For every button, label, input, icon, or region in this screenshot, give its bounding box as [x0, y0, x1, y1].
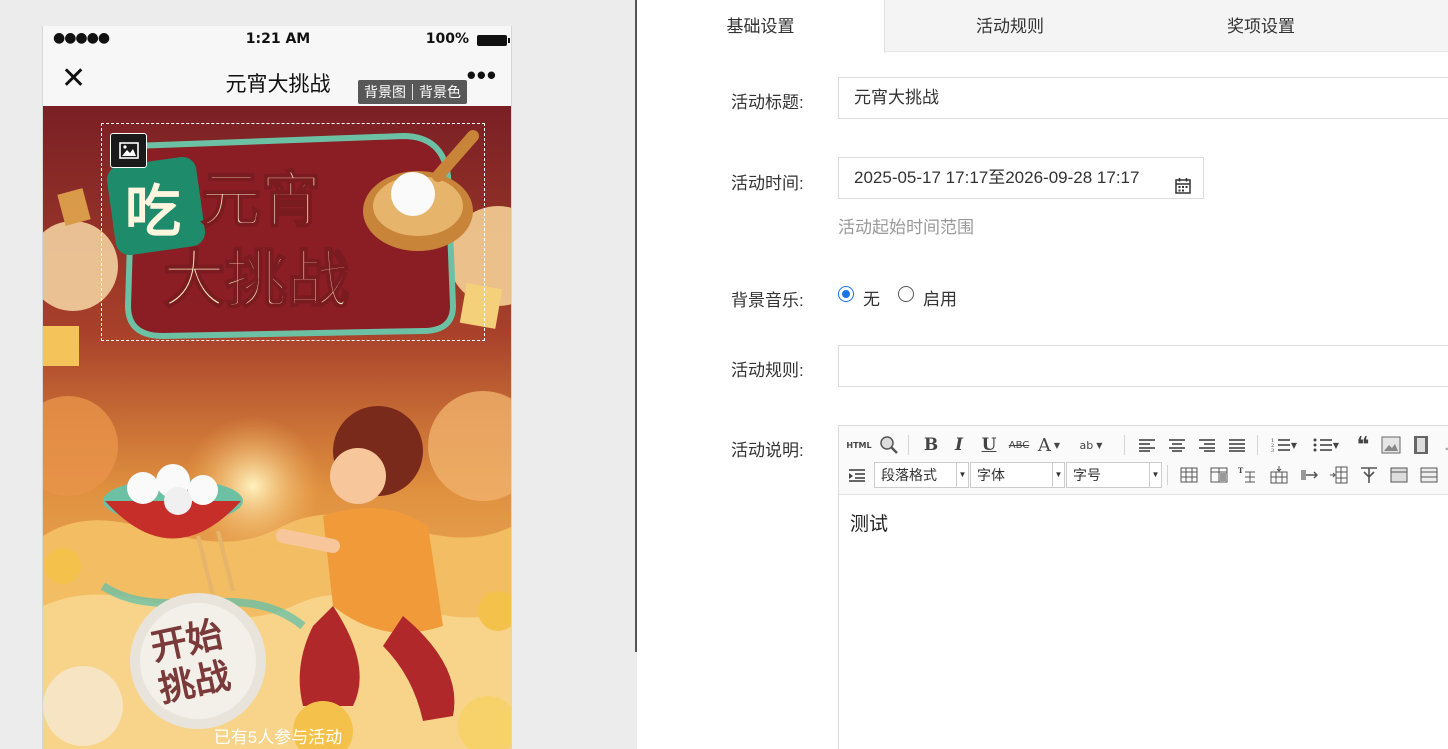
italic-icon[interactable]: I	[947, 433, 971, 457]
chevron-down-icon: ▼	[956, 463, 968, 487]
insert-video-icon[interactable]	[1409, 433, 1433, 457]
blockquote-icon[interactable]: ❝	[1351, 433, 1375, 458]
highlight-color-icon[interactable]: ab ▼	[1079, 433, 1103, 457]
rich-text-editor: HTML B I U ABC A ▼ ab ▼ 1 2 3 ▼ ▼ ❝ 段落格式…	[838, 425, 1448, 749]
editor-content[interactable]: 测试	[850, 509, 888, 536]
table-caption-icon[interactable]: T	[1235, 463, 1259, 487]
html-source-icon[interactable]: HTML	[845, 433, 873, 457]
poster-canvas: 吃 元宵 大挑战 开始 挑战 已有5人参与活动	[43, 106, 511, 749]
image-icon[interactable]	[110, 133, 147, 168]
font-size-select[interactable]: 字号 ▼	[1066, 462, 1162, 488]
merge-cells-icon[interactable]	[1297, 463, 1321, 487]
editor-toolbar: HTML B I U ABC A ▼ ab ▼ 1 2 3 ▼ ▼ ❝ 段落格式…	[839, 426, 1448, 495]
preview-zoom-icon[interactable]	[877, 433, 901, 457]
delete-table-icon[interactable]	[1207, 463, 1231, 487]
toolbar-divider	[908, 435, 909, 455]
phone-preview: ●●●●● 1:21 AM 100% ✕ 元宵大挑战 ••• 背景图 背景色 吃…	[42, 26, 512, 749]
paragraph-format-select[interactable]: 段落格式 ▼	[874, 462, 969, 488]
time-hint: 活动起始时间范围	[838, 218, 974, 237]
music-option-enable-label: 启用	[923, 290, 957, 309]
music-radio-none[interactable]	[838, 286, 854, 302]
chevron-down-icon: ▼	[1149, 463, 1161, 487]
indent-icon[interactable]	[845, 463, 869, 487]
insert-image-icon[interactable]	[1379, 433, 1403, 457]
calendar-icon[interactable]	[1175, 169, 1191, 194]
title-label: 活动标题:	[731, 93, 804, 112]
more-tools-icon[interactable]: ♪	[1437, 433, 1448, 457]
table-properties-icon[interactable]	[1387, 463, 1411, 487]
font-size-value: 字号	[1073, 467, 1101, 483]
font-family-value: 字体	[977, 467, 1005, 483]
align-left-icon[interactable]	[1135, 433, 1159, 457]
rules-label: 活动规则:	[731, 361, 804, 380]
chevron-down-icon: ▼	[1052, 463, 1064, 487]
insert-column-icon[interactable]	[1327, 463, 1351, 487]
background-image-button[interactable]: 背景图	[358, 80, 412, 104]
time-range-input[interactable]: 2025-05-17 17:17至2026-09-28 17:17	[838, 157, 1204, 199]
bold-icon[interactable]: B	[919, 433, 943, 457]
insert-row-icon[interactable]	[1267, 463, 1291, 487]
underline-icon[interactable]: U	[977, 433, 1001, 457]
strikethrough-icon[interactable]: ABC	[1007, 433, 1031, 457]
toolbar-divider	[1257, 435, 1258, 455]
tab-bar: 基础设置 活动规则 奖项设置	[637, 0, 1448, 53]
music-option-none-label: 无	[863, 290, 880, 309]
svg-text:T: T	[1238, 467, 1244, 475]
unordered-list-icon[interactable]: ▼	[1309, 433, 1343, 457]
cell-properties-icon[interactable]	[1417, 463, 1441, 487]
more-icon[interactable]: •••	[467, 60, 497, 91]
font-family-select[interactable]: 字体 ▼	[970, 462, 1065, 488]
time-range-value: 2025-05-17 17:17至2026-09-28 17:17	[854, 168, 1140, 187]
svg-text:3: 3	[1271, 448, 1274, 453]
split-cells-icon[interactable]	[1357, 463, 1381, 487]
title-input[interactable]: 元宵大挑战	[838, 77, 1448, 119]
status-bar: ●●●●● 1:21 AM 100%	[43, 26, 511, 54]
title-image-selection[interactable]	[101, 123, 485, 341]
align-right-icon[interactable]	[1195, 433, 1219, 457]
battery-percent: 100%	[425, 31, 469, 47]
music-label: 背景音乐:	[731, 291, 804, 310]
toolbar-divider	[1167, 465, 1168, 485]
background-color-button[interactable]: 背景色	[413, 80, 467, 104]
tab-prize-settings[interactable]: 奖项设置	[1135, 0, 1387, 52]
tab-activity-rules[interactable]: 活动规则	[885, 0, 1135, 52]
paragraph-format-value: 段落格式	[881, 467, 937, 483]
battery-icon	[477, 35, 510, 46]
toolbar-divider	[1124, 435, 1125, 455]
background-toolbar: 背景图 背景色	[358, 80, 467, 104]
align-justify-icon[interactable]	[1225, 433, 1249, 457]
rules-input[interactable]	[838, 345, 1448, 387]
time-label: 活动时间:	[731, 174, 804, 193]
settings-panel: 基础设置 活动规则 奖项设置 活动标题: 元宵大挑战 活动时间: 2025-05…	[637, 0, 1448, 749]
align-center-icon[interactable]	[1165, 433, 1189, 457]
font-color-icon[interactable]: A ▼	[1037, 433, 1061, 457]
participants-count: 已有5人参与活动	[213, 728, 343, 747]
music-radio-enable[interactable]	[898, 286, 914, 302]
tab-basic-settings[interactable]: 基础设置	[637, 0, 885, 53]
ordered-list-icon[interactable]: 1 2 3 ▼	[1267, 433, 1301, 457]
description-label: 活动说明:	[731, 441, 804, 460]
insert-table-icon[interactable]	[1177, 463, 1201, 487]
start-challenge-button[interactable]	[130, 593, 266, 729]
